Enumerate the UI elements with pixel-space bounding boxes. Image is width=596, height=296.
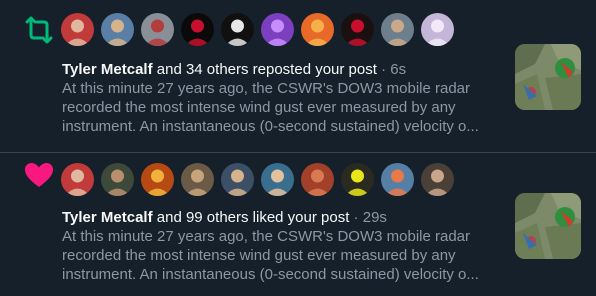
separator-dot: ·: [376, 61, 391, 78]
preview-line: recorded the most intense wind gust ever…: [62, 99, 456, 116]
avatar-row: [61, 163, 461, 197]
avatar-row: [61, 13, 461, 47]
avatar[interactable]: [101, 13, 134, 46]
avatar[interactable]: [181, 163, 214, 196]
avatar[interactable]: [261, 13, 294, 46]
timestamp: 6s: [390, 61, 407, 78]
heart-icon: [22, 158, 56, 192]
notification-like[interactable]: Tyler Metcalf and 99 others liked your p…: [0, 153, 596, 296]
timestamp: 29s: [362, 209, 387, 226]
avatar[interactable]: [181, 13, 214, 46]
avatar[interactable]: [261, 163, 294, 196]
post-thumbnail[interactable]: [515, 44, 581, 110]
avatar[interactable]: [341, 163, 374, 196]
avatar[interactable]: [61, 163, 94, 196]
avatar[interactable]: [301, 13, 334, 46]
notification-repost[interactable]: Tyler Metcalf and 34 others reposted you…: [0, 0, 596, 153]
preview-line: At this minute 27 years ago, the CSWR's …: [62, 228, 471, 245]
post-preview-text[interactable]: At this minute 27 years ago, the CSWR's …: [62, 227, 507, 284]
user-name[interactable]: Tyler Metcalf: [62, 209, 153, 226]
user-name[interactable]: Tyler Metcalf: [62, 61, 153, 78]
avatar[interactable]: [221, 13, 254, 46]
separator-dot: ·: [349, 209, 363, 226]
avatar[interactable]: [381, 13, 414, 46]
avatar[interactable]: [61, 13, 94, 46]
preview-line: At this minute 27 years ago, the CSWR's …: [62, 80, 471, 97]
repost-icon: [22, 13, 56, 47]
avatar[interactable]: [381, 163, 414, 196]
notification-headline[interactable]: Tyler Metcalf and 34 others reposted you…: [62, 60, 406, 79]
avatar[interactable]: [141, 163, 174, 196]
post-thumbnail[interactable]: [515, 193, 581, 259]
avatar[interactable]: [341, 13, 374, 46]
avatar[interactable]: [141, 13, 174, 46]
avatar[interactable]: [221, 163, 254, 196]
preview-line: instrument. An instantaneous (0-second s…: [62, 118, 479, 135]
avatar[interactable]: [301, 163, 334, 196]
notification-headline[interactable]: Tyler Metcalf and 99 others liked your p…: [62, 208, 387, 227]
avatar[interactable]: [101, 163, 134, 196]
post-preview-text[interactable]: At this minute 27 years ago, the CSWR's …: [62, 79, 507, 136]
preview-line: recorded the most intense wind gust ever…: [62, 247, 456, 264]
avatar[interactable]: [421, 163, 454, 196]
action-text: and 34 others reposted your post: [152, 61, 377, 78]
avatar[interactable]: [421, 13, 454, 46]
preview-line: instrument. An instantaneous (0-second s…: [62, 266, 479, 283]
action-text: and 99 others liked your post: [152, 209, 350, 226]
